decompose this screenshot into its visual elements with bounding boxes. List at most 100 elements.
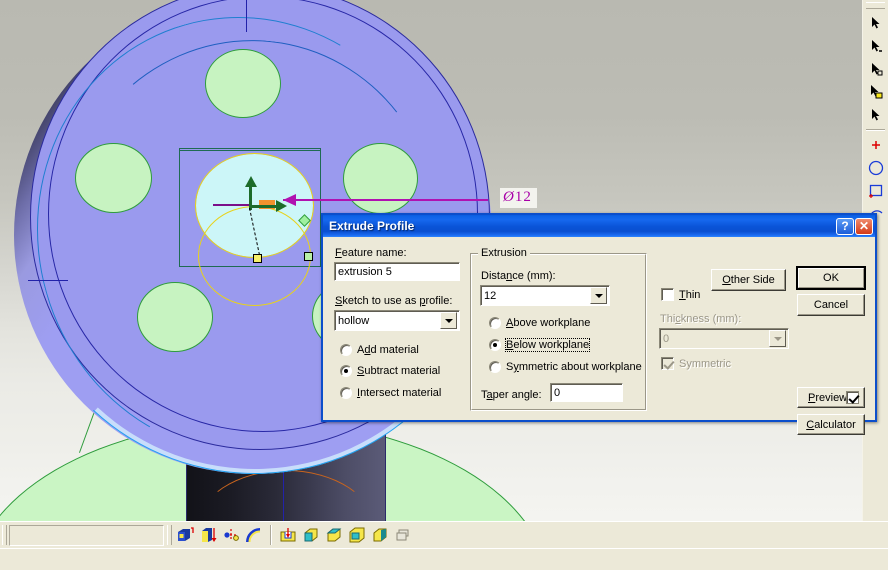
chevron-down-icon[interactable] [440,312,457,329]
other-side-button[interactable]: Other Side [711,269,786,291]
disc-seam-line [246,0,247,32]
radio-below-workplane-label: Below workplane [504,338,591,352]
symmetric-checkbox-label: Symmetric [679,357,731,370]
disc-seam-line-left [28,280,68,281]
toolbar-empty-dock [9,524,164,546]
cad-application-window: Ø12 Extrude Profile ? ✕ Feature name: ex… [0,0,888,570]
hole-bottom-left[interactable] [137,282,213,352]
dialog-body: Feature name: extrusion 5 Sketch to use … [323,237,875,435]
chevron-down-icon[interactable] [769,330,786,347]
pattern-icon[interactable] [391,524,414,547]
cancel-button-label: Cancel [813,299,849,311]
distance-input[interactable]: 12 [480,285,610,306]
thickness-input[interactable]: 0 [659,328,789,349]
radio-add-material-label: Add material [357,344,419,356]
dimension-leader-line [283,199,488,201]
loft-boss-icon[interactable] [243,524,266,547]
thickness-value: 0 [663,332,670,345]
radio-subtract-material-indicator[interactable] [340,365,352,377]
select-sketch-icon[interactable] [865,104,887,126]
distance-label: Distance (mm): [481,270,556,282]
radio-add-material[interactable]: Add material [340,344,419,356]
thickness-label: Thickness (mm): [660,313,742,325]
thin-checkbox-label: Thin [679,288,701,301]
taper-angle-value: 0 [554,386,561,399]
extrude-boss-icon[interactable] [174,524,197,547]
distance-value: 12 [484,289,497,302]
radio-above-workplane[interactable]: Above workplane [489,317,590,329]
right-toolbar-grip[interactable] [866,2,885,9]
right-toolbar-separator [866,129,885,131]
sketch-circle-icon[interactable] [865,157,887,179]
diameter-value: 12 [514,189,532,205]
radio-subtract-material-label: Subtract material [357,365,441,377]
workplane-axis-purple [213,204,250,206]
radio-below-workplane-indicator[interactable] [489,339,501,351]
symmetric-checkbox[interactable]: Symmetric [661,357,731,370]
calculator-button[interactable]: Calculator [797,414,865,435]
radio-intersect-material-indicator[interactable] [340,387,352,399]
dialog-title: Extrude Profile [329,219,415,233]
cancel-button[interactable]: Cancel [797,294,865,316]
extrusion-group-label: Extrusion [478,247,530,259]
select-arrow-icon[interactable] [865,12,887,34]
radio-below-workplane[interactable]: Below workplane [489,338,591,352]
chamfer-icon[interactable] [322,524,345,547]
diameter-dimension-label[interactable]: Ø12 [500,188,537,208]
revolve-boss-icon[interactable] [197,524,220,547]
hole-left[interactable] [75,143,152,213]
ok-button[interactable]: OK [796,266,866,290]
preview-checkbox-indicator[interactable] [846,391,859,404]
sketch-profile-select[interactable]: hollow [334,310,460,331]
taper-angle-label: Taper angle: [481,389,542,401]
extrude-profile-dialog[interactable]: Extrude Profile ? ✕ Feature name: extrus… [321,213,877,435]
preview-button[interactable]: Preview [797,387,865,408]
radio-symmetric-workplane-indicator[interactable] [489,361,501,373]
draft-icon[interactable] [368,524,391,547]
feature-name-label: Feature name: [335,247,407,259]
sweep-boss-icon[interactable] [220,524,243,547]
axis-y-arrow-icon [245,176,257,187]
radio-subtract-material[interactable]: Subtract material [340,365,440,377]
preview-button-label: Preview [808,391,848,404]
thin-checkbox-indicator[interactable] [661,288,674,301]
select-part-icon[interactable] [865,81,887,103]
thin-checkbox[interactable]: Thin [661,288,700,301]
fillet-icon[interactable] [299,524,322,547]
sketch-handle-yellow[interactable] [253,254,262,263]
sketch-profile-label: Sketch to use as profile: [335,295,453,307]
status-bar [0,548,888,570]
symmetric-checkbox-indicator[interactable] [661,357,674,370]
radio-add-material-indicator[interactable] [340,344,352,356]
taper-angle-input[interactable]: 0 [550,383,623,402]
select-face-icon[interactable] [865,58,887,80]
axis-x-shaft [250,205,278,208]
radio-intersect-material[interactable]: Intersect material [340,387,441,399]
toolbar-grip-features[interactable] [167,525,172,545]
toolbar-grip-left[interactable] [2,525,7,545]
help-icon[interactable]: ? [836,217,854,235]
feature-toolbar[interactable] [0,521,888,548]
sketch-profile-value: hollow [338,314,370,327]
hole-right[interactable] [343,143,418,214]
shell-icon[interactable] [345,524,368,547]
radio-symmetric-workplane[interactable]: Symmetric about workplane [489,361,642,373]
diameter-symbol-icon: Ø [503,189,515,205]
sketch-point-icon[interactable] [865,134,887,156]
hole-top[interactable] [205,49,281,118]
radio-above-workplane-indicator[interactable] [489,317,501,329]
select-edge-icon[interactable] [865,35,887,57]
sketch-handle-green[interactable] [304,252,313,261]
close-icon[interactable]: ✕ [855,217,873,235]
feature-name-input[interactable]: extrusion 5 [334,262,460,281]
radio-intersect-material-label: Intersect material [357,387,442,399]
sketch-rectangle-icon[interactable] [865,180,887,202]
extrude-cut-icon[interactable] [276,524,299,547]
other-side-button-label: Other Side [722,274,775,286]
calculator-button-label: Calculator [806,418,856,431]
radio-symmetric-workplane-label: Symmetric about workplane [506,361,642,373]
feature-name-value: extrusion 5 [338,265,392,278]
chevron-down-icon[interactable] [590,287,607,304]
dialog-titlebar[interactable]: Extrude Profile ? ✕ [323,215,875,237]
radio-above-workplane-label: Above workplane [506,317,591,329]
